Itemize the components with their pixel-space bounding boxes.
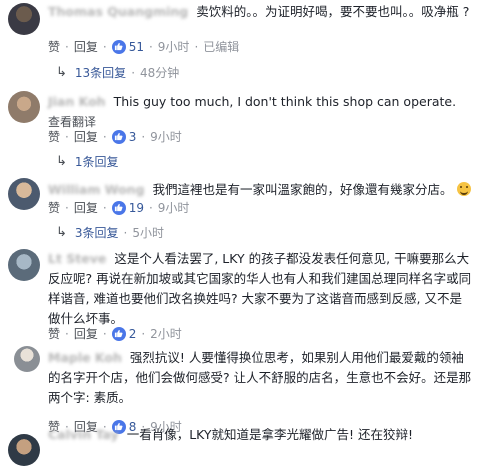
- thumbs-up-icon: [111, 200, 126, 215]
- comment-time[interactable]: 2小时: [150, 325, 182, 342]
- comment-time[interactable]: 9小时: [150, 128, 182, 145]
- reply-button[interactable]: 回复: [74, 128, 98, 145]
- comment-time[interactable]: 9小时: [158, 38, 190, 55]
- thumbs-up-icon: [111, 39, 126, 54]
- comment-actions: 赞 · 回复 · 2 · 2小时: [48, 325, 182, 342]
- comment-bubble: Calvin Tay 一看肖像，LKY就知道是拿李光耀做广告! 还在狡辩!: [48, 425, 493, 445]
- like-button[interactable]: 赞: [48, 199, 60, 216]
- avatar[interactable]: [14, 346, 40, 372]
- commenter-name[interactable]: Jian Koh: [48, 94, 106, 109]
- edited-label[interactable]: 已编辑: [203, 38, 239, 55]
- commenter-name[interactable]: Calvin Tay: [48, 427, 119, 442]
- comment-bubble: William Wong 我們這裡也是有一家叫溫家飽的，好像還有幾家分店。: [48, 180, 493, 200]
- comment-bubble: Lt Steve 这是个人看法罢了, LKY 的孩子都没发表任何意见, 干嘛要那…: [48, 249, 473, 329]
- comment-actions: 赞 · 回复 · 19 · 9小时: [48, 199, 190, 216]
- smiley-emoji-icon: [456, 182, 471, 196]
- comment-actions: 赞 · 回复 · 3 · 9小时: [48, 128, 182, 145]
- thumbs-up-icon: [111, 129, 126, 144]
- comment-actions: 赞 · 回复 · 51 · 9小时 · 已编辑: [48, 38, 240, 55]
- reply-arrow-icon: ↳: [56, 225, 67, 240]
- reply-button[interactable]: 回复: [74, 325, 98, 342]
- avatar[interactable]: [8, 434, 40, 466]
- comment-bubble: Jian Koh This guy too much, I don't thin…: [48, 92, 493, 132]
- view-replies[interactable]: ↳ 13条回复 · 48分钟: [56, 64, 179, 81]
- commenter-name[interactable]: Lt Steve: [48, 251, 106, 266]
- comment-time[interactable]: 9小时: [158, 199, 190, 216]
- reply-arrow-icon: ↳: [56, 65, 67, 80]
- comment-text: 这是个人看法罢了, LKY 的孩子都没发表任何意见, 干嘛要那么大反应呢? 再说…: [48, 251, 472, 326]
- like-button[interactable]: 赞: [48, 128, 60, 145]
- reply-button[interactable]: 回复: [74, 38, 98, 55]
- reaction-count[interactable]: 2: [111, 326, 136, 341]
- commenter-name[interactable]: Thomas Quangming: [48, 4, 188, 19]
- view-replies[interactable]: ↳ 1条回复: [56, 153, 119, 170]
- comment-bubble: Thomas Quangming 卖饮料的。。为证明好喝，要不要也叫。。吸净瓶 …: [48, 2, 493, 22]
- comment-text: 卖饮料的。。为证明好喝，要不要也叫。。吸净瓶 ?: [196, 4, 470, 19]
- commenter-name[interactable]: William Wong: [48, 182, 145, 197]
- reaction-count[interactable]: 51: [111, 39, 144, 54]
- avatar[interactable]: [8, 3, 40, 35]
- comment-text: 一看肖像，LKY就知道是拿李光耀做广告! 还在狡辩!: [126, 427, 414, 442]
- like-button[interactable]: 赞: [48, 325, 60, 342]
- reply-arrow-icon: ↳: [56, 154, 67, 169]
- view-replies[interactable]: ↳ 3条回复 · 5小时: [56, 224, 164, 241]
- reaction-count[interactable]: 3: [111, 129, 136, 144]
- commenter-name[interactable]: Maple Koh: [48, 350, 122, 365]
- comment-text: 我們這裡也是有一家叫溫家飽的，好像還有幾家分店。: [152, 182, 453, 197]
- thumbs-up-icon: [111, 326, 126, 341]
- comment-bubble: Maple Koh 强烈抗议! 人要懂得换位思考，如果别人用他们最爱戴的领袖的名…: [48, 348, 473, 408]
- comment-text: This guy too much, I don't think this sh…: [113, 94, 457, 109]
- avatar[interactable]: [8, 91, 40, 123]
- reaction-count[interactable]: 19: [111, 200, 144, 215]
- avatar[interactable]: [8, 178, 40, 210]
- like-button[interactable]: 赞: [48, 38, 60, 55]
- reply-button[interactable]: 回复: [74, 199, 98, 216]
- see-translation-link[interactable]: 查看翻译: [48, 115, 96, 129]
- avatar[interactable]: [8, 249, 40, 281]
